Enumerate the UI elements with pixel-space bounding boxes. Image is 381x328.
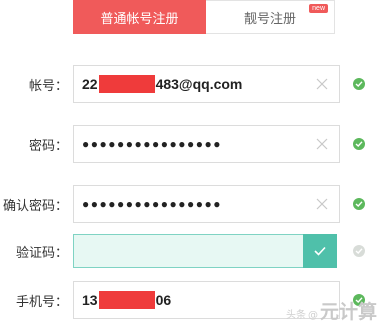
account-value: 22 483@qq.com <box>82 66 242 102</box>
checkmark-icon <box>314 246 326 256</box>
phone-value-suffix: 06 <box>155 292 172 308</box>
check-icon <box>353 198 365 210</box>
phone-value-prefix: 13 <box>82 292 98 308</box>
captcha-row: 验证码： <box>0 234 381 268</box>
tab-normal-registration[interactable]: 普通帐号注册 <box>73 0 206 34</box>
captcha-handle[interactable] <box>303 234 337 268</box>
watermark: 头条 @ 元计算 <box>286 297 377 324</box>
tab-premium-label: 靓号注册 <box>243 11 296 27</box>
check-icon <box>353 78 365 90</box>
captcha-slider[interactable] <box>73 234 337 268</box>
redaction-block <box>98 75 155 93</box>
new-badge: new <box>309 4 328 13</box>
phone-label: 手机号： <box>15 294 68 310</box>
watermark-brand: 元计算 <box>319 301 377 323</box>
clear-icon[interactable] <box>315 137 329 151</box>
confirm-password-field[interactable]: ●●●●●●●●●●●●●●●● <box>73 185 340 223</box>
watermark-at: @ <box>307 310 318 321</box>
password-label: 密码： <box>28 138 68 154</box>
phone-value: 13 06 <box>82 282 171 318</box>
redaction-block <box>98 291 155 309</box>
tab-normal-label: 普通帐号注册 <box>100 11 179 27</box>
captcha-label: 验证码： <box>15 245 68 261</box>
confirm-password-label: 确认密码： <box>2 198 68 214</box>
account-row: 帐号： 22 483@qq.com <box>0 65 381 103</box>
account-label: 帐号： <box>28 78 68 94</box>
tab-premium-registration[interactable]: 靓号注册 new <box>206 0 335 34</box>
confirm-password-value: ●●●●●●●●●●●●●●●● <box>82 197 222 211</box>
account-value-prefix: 22 <box>82 76 98 92</box>
clear-icon[interactable] <box>315 197 329 211</box>
password-row: 密码： ●●●●●●●●●●●●●●●● <box>0 125 381 163</box>
password-field[interactable]: ●●●●●●●●●●●●●●●● <box>73 125 340 163</box>
check-icon <box>353 245 365 257</box>
account-field[interactable]: 22 483@qq.com <box>73 65 340 103</box>
account-value-suffix: 483@qq.com <box>155 76 243 92</box>
confirm-password-row: 确认密码： ●●●●●●●●●●●●●●●● <box>0 185 381 223</box>
check-icon <box>353 138 365 150</box>
registration-tabs: 普通帐号注册 靓号注册 new <box>73 0 335 34</box>
password-value: ●●●●●●●●●●●●●●●● <box>82 137 222 151</box>
clear-icon[interactable] <box>315 77 329 91</box>
watermark-small: 头条 <box>285 310 306 321</box>
